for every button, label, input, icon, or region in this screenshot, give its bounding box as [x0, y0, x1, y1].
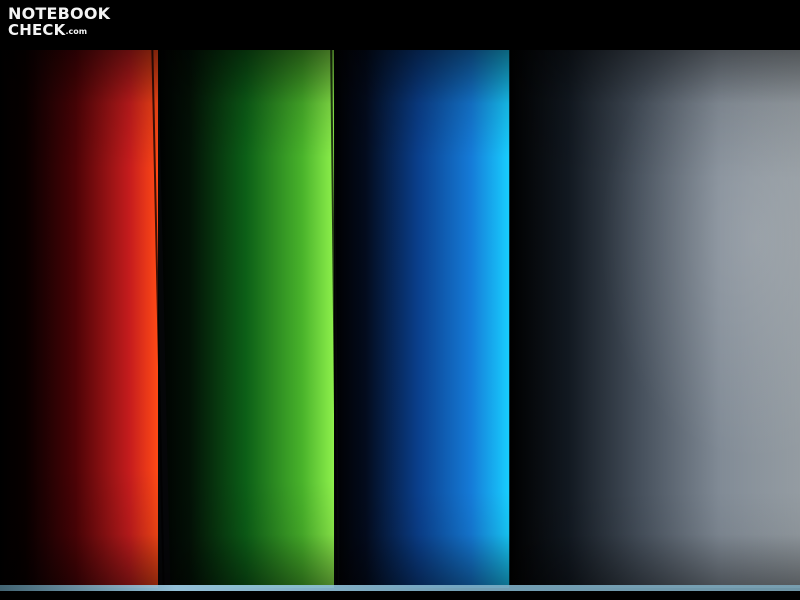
logo-suffix-text: .com [65, 27, 88, 36]
green-gradient-bar [158, 50, 334, 588]
logo-bottom-text: CHECK [8, 21, 66, 39]
gray-gradient-bar [510, 50, 800, 588]
bottom-bezel-glow [0, 585, 800, 591]
watermark-logo: NOTEBOOK CHECK.com [8, 6, 128, 40]
red-gradient-bar [0, 50, 158, 588]
logo-top-text: NOTEBOOK [8, 4, 111, 23]
logo-bottom-line: CHECK.com [8, 23, 87, 38]
photo-frame: NOTEBOOK CHECK.com [0, 0, 800, 600]
blue-gradient-bar [334, 50, 510, 588]
display-screen [0, 50, 800, 588]
bar-separator [509, 50, 511, 588]
